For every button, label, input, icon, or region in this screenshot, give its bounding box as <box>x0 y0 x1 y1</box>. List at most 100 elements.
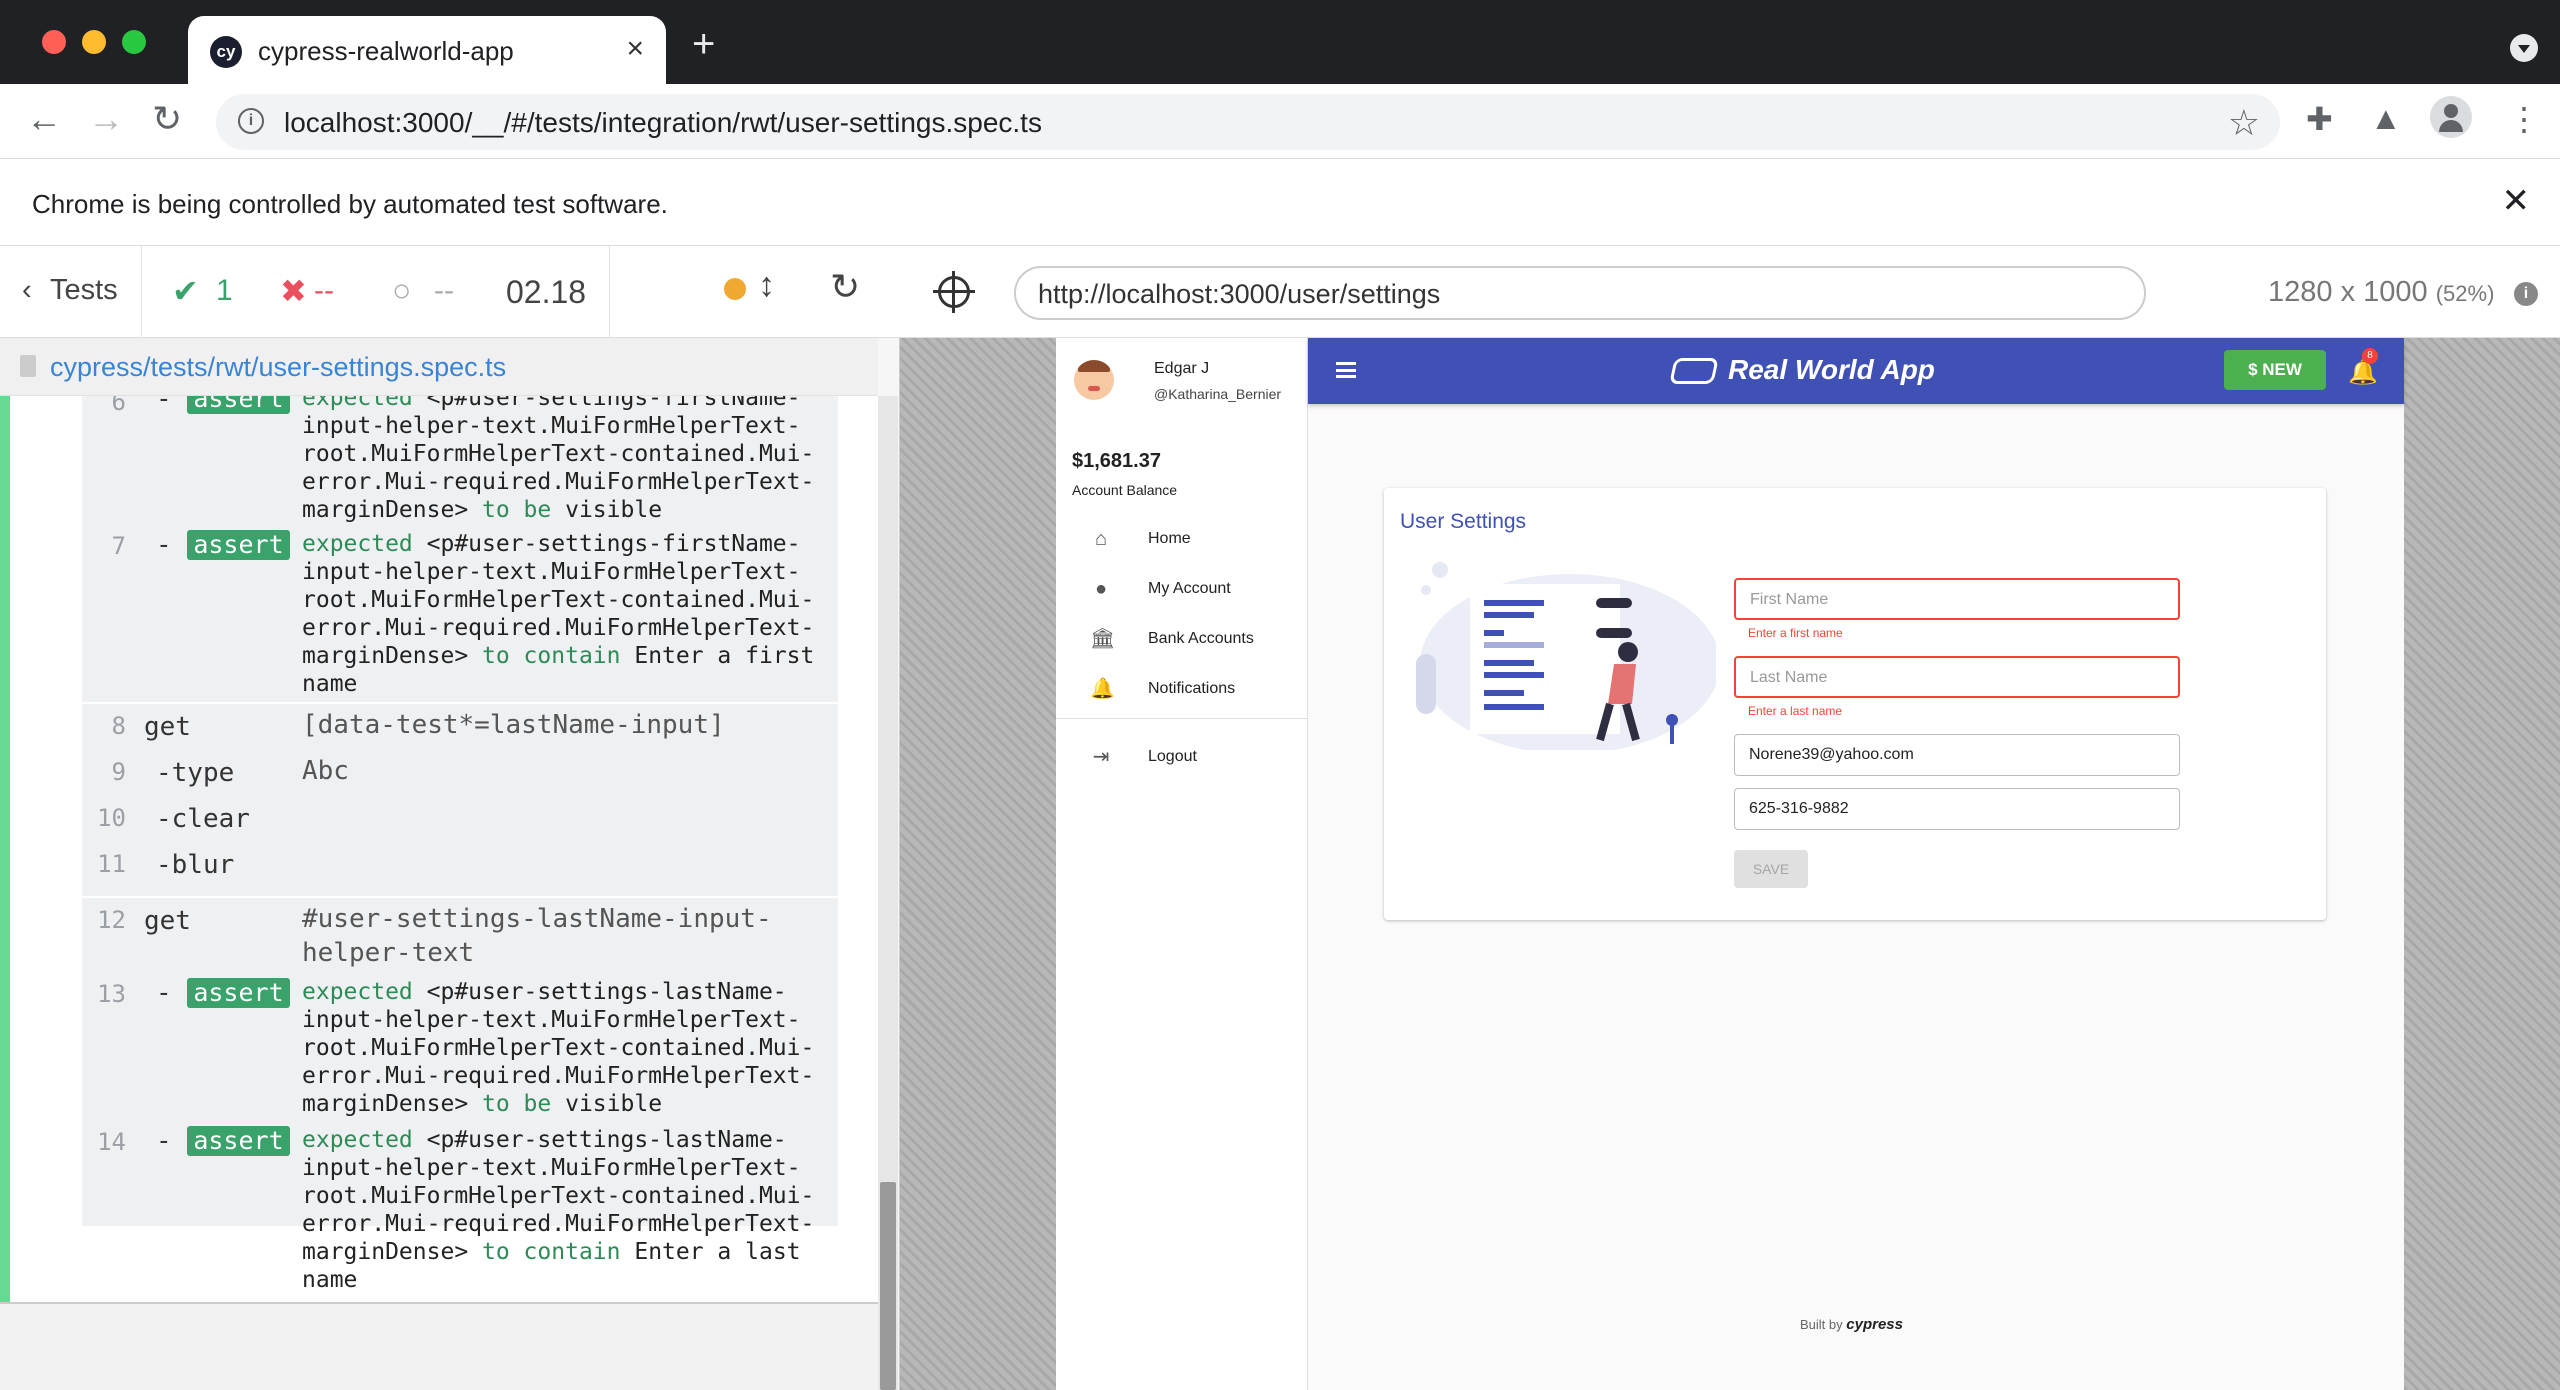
viewport-size: 1280 x 1000 (52%) <box>2268 276 2495 308</box>
labs-flask-icon[interactable]: ▲ <box>2370 100 2402 137</box>
brand-title[interactable]: Real World App <box>1728 354 1935 386</box>
address-bar[interactable]: i localhost:3000/__/#/tests/integration/… <box>216 94 2280 150</box>
bookmark-star-icon[interactable]: ☆ <box>2228 102 2260 144</box>
first-name-error: Enter a first name <box>1748 626 1843 640</box>
infobar-message: Chrome is being controlled by automated … <box>32 189 668 219</box>
assert-badge: - assert <box>156 530 290 560</box>
extensions-puzzle-icon[interactable]: ✚ <box>2306 100 2333 138</box>
command-number: 12 <box>97 906 126 934</box>
tab-search-icon[interactable] <box>2510 34 2538 62</box>
close-tab-icon[interactable]: × <box>626 32 644 66</box>
back-arrow-icon[interactable]: ← <box>26 98 62 140</box>
browser-tab-bar: cy cypress-realworld-app × + <box>0 0 2560 84</box>
cypress-logo: cypress <box>1846 1316 1903 1333</box>
person-icon: ● <box>1094 578 1108 600</box>
nav-item-notifications[interactable]: 🔔 Notifications <box>1056 670 1308 710</box>
selector-playground-icon[interactable] <box>933 271 975 313</box>
save-button[interactable]: SAVE <box>1734 850 1808 888</box>
command-number: 13 <box>97 980 126 1008</box>
home-icon: ⌂ <box>1094 528 1108 550</box>
command-group-firstname: 6 - assert expected <p#user-settings-fir… <box>82 396 838 702</box>
viewport-info-icon[interactable]: i <box>2514 282 2538 306</box>
aut-header: http://localhost:3000/user/settings 1280… <box>900 246 2560 338</box>
nav-label: Bank Accounts <box>1148 630 1254 647</box>
duration: 02.18 <box>506 274 587 310</box>
reporter-footer <box>0 1302 878 1390</box>
email-input[interactable]: Norene39@yahoo.com <box>1734 734 2180 776</box>
account-balance: $1,681.37 <box>1072 450 1161 472</box>
command-message: [data-test*=lastName-input] <box>302 710 725 740</box>
more-menu-icon[interactable]: ⋮ <box>2508 100 2540 138</box>
command-log: 6 - assert expected <p#user-settings-fir… <box>0 396 878 1302</box>
pending-count: -- <box>434 274 454 307</box>
settings-illustration <box>1416 562 1716 750</box>
new-tab-button[interactable]: + <box>692 24 715 64</box>
command-message: expected <p#user-settings-lastName-input… <box>302 1127 815 1293</box>
pending-circle-icon: ○ <box>392 272 412 308</box>
command-row[interactable]: 8 get [data-test*=lastName-input] <box>82 706 838 750</box>
new-transaction-button[interactable]: $ NEW <box>2224 350 2326 390</box>
app-bar: Real World App $ NEW 🔔 8 <box>1308 338 2404 404</box>
nav-item-home[interactable]: ⌂ Home <box>1056 520 1308 560</box>
auto-scroll-icon[interactable]: ↕ <box>758 266 775 305</box>
aut-stage: Edgar J @Katharina_Bernier $1,681.37 Acc… <box>900 338 2560 1390</box>
rerun-icon[interactable]: ↻ <box>830 266 860 308</box>
command-number: 11 <box>97 850 126 878</box>
tests-back-button[interactable]: ‹ Tests <box>0 246 142 338</box>
command-message: expected <p#user-settings-firstName-inpu… <box>302 531 829 697</box>
nav-label: Logout <box>1148 748 1197 765</box>
phone-input[interactable]: 625-316-9882 <box>1734 788 2180 830</box>
reporter-scrollbar[interactable] <box>878 396 898 1390</box>
command-number: 9 <box>111 758 126 786</box>
command-row[interactable]: 9 -type Abc <box>82 752 838 798</box>
spec-path-link[interactable]: cypress/tests/rwt/user-settings.spec.ts <box>50 352 506 383</box>
reporter-controls: ↕ ↻ <box>610 246 900 338</box>
command-name: -blur <box>156 850 235 880</box>
passed-indicator-strip <box>0 396 10 1302</box>
command-message: expected <p#user-settings-firstName-inpu… <box>302 396 815 523</box>
user-settings-card: User Settings First Name Enter a first n… <box>1384 488 2326 920</box>
command-row[interactable]: 10 -clear <box>82 798 838 844</box>
command-row[interactable]: 7 - assert expected <p#user-settings-fir… <box>82 530 838 702</box>
command-row[interactable]: 6 - assert expected <p#user-settings-fir… <box>82 396 838 530</box>
spec-file-bar: cypress/tests/rwt/user-settings.spec.ts <box>0 338 878 396</box>
browser-tab[interactable]: cy cypress-realworld-app × <box>188 16 666 84</box>
footer-built-by: Built by cypress <box>1800 1316 1903 1333</box>
drawer-divider <box>1056 718 1308 719</box>
menu-icon[interactable] <box>1336 362 1356 378</box>
last-name-input[interactable]: Last Name <box>1734 656 2180 698</box>
command-message: expected <p#user-settings-lastName-input… <box>302 979 815 1117</box>
command-row[interactable]: 14 - assert expected <p#user-settings-la… <box>82 1126 838 1293</box>
duration-cell: 02.18 <box>470 246 610 338</box>
profile-avatar-icon[interactable] <box>2430 96 2472 138</box>
command-name: -clear <box>156 804 250 834</box>
nav-item-my-account[interactable]: ● My Account <box>1056 570 1308 610</box>
command-number: 6 <box>111 396 126 416</box>
nav-item-bank-accounts[interactable]: 🏛 Bank Accounts <box>1056 620 1308 660</box>
first-name-input[interactable]: First Name <box>1734 578 2180 620</box>
command-row[interactable]: 12 get #user-settings-lastName-input- he… <box>82 900 838 972</box>
command-name: -type <box>156 758 235 788</box>
assert-badge: - assert <box>156 978 290 1008</box>
forward-arrow-icon[interactable]: → <box>88 98 124 140</box>
side-drawer: Edgar J @Katharina_Bernier $1,681.37 Acc… <box>1056 338 1308 1390</box>
nav-item-logout[interactable]: ⇥ Logout <box>1056 738 1308 778</box>
tests-label: Tests <box>50 274 118 306</box>
maximize-window-button[interactable] <box>122 30 146 54</box>
assert-badge: - assert <box>156 396 290 414</box>
infobar-close-icon[interactable]: ✕ <box>2502 181 2531 221</box>
aut-url-field[interactable]: http://localhost:3000/user/settings <box>1014 266 2146 320</box>
command-group-lastname-helper: 12 get #user-settings-lastName-input- he… <box>82 898 838 1293</box>
reload-icon[interactable]: ↻ <box>152 98 182 140</box>
assert-badge: - assert <box>156 1126 290 1156</box>
scrollbar-thumb[interactable] <box>880 1182 896 1390</box>
chevron-left-icon: ‹ <box>22 274 32 306</box>
command-row[interactable]: 11 -blur <box>82 844 838 890</box>
minimize-window-button[interactable] <box>82 30 106 54</box>
bell-icon: 🔔 <box>1090 678 1115 700</box>
address-url[interactable]: localhost:3000/__/#/tests/integration/rw… <box>284 107 1042 139</box>
site-info-icon[interactable]: i <box>238 108 264 134</box>
account-balance-label: Account Balance <box>1072 482 1178 498</box>
close-window-button[interactable] <box>42 30 66 54</box>
command-row[interactable]: 13 - assert expected <p#user-settings-la… <box>82 978 838 1122</box>
